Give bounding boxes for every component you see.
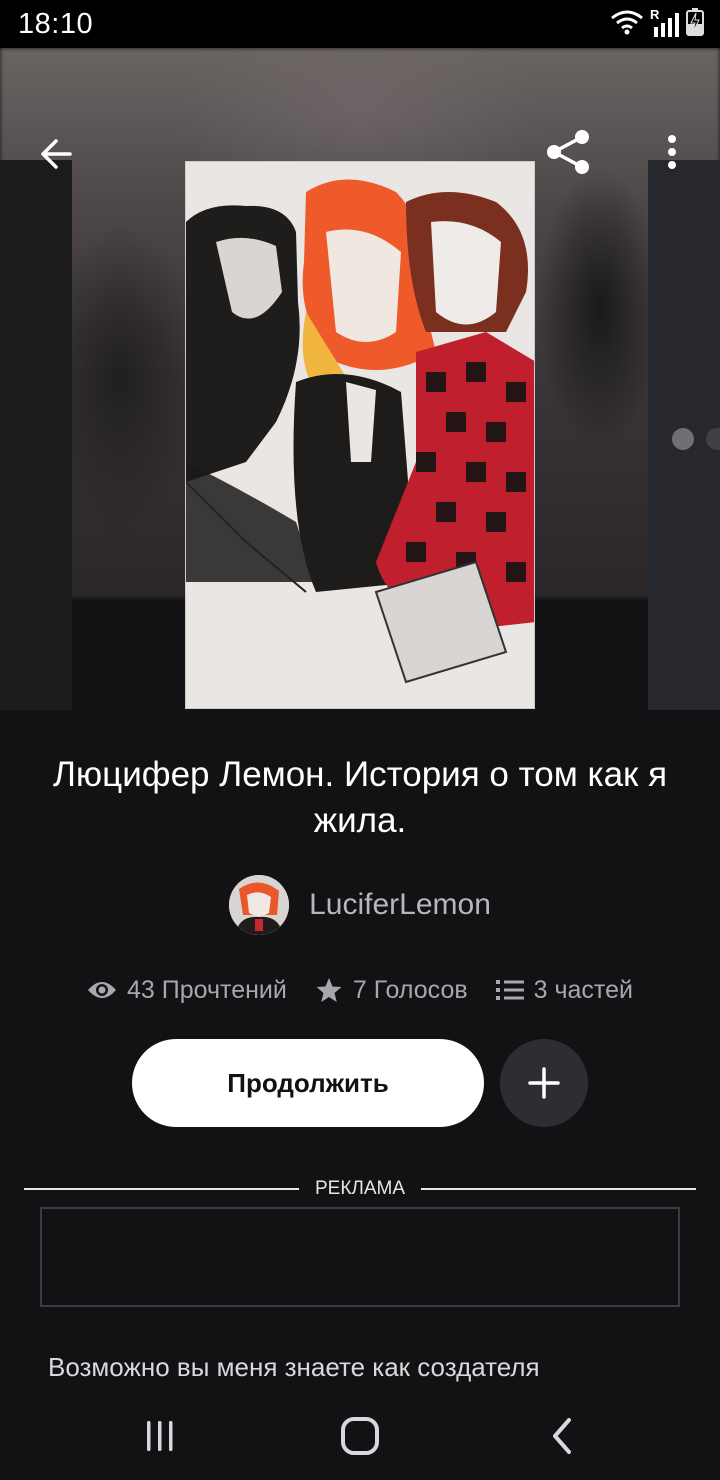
parts-count[interactable]: 3 частей xyxy=(534,976,633,1005)
status-bar: 18:10 R xyxy=(0,0,720,48)
ad-divider-line-left xyxy=(24,1188,299,1190)
share-button[interactable] xyxy=(540,124,596,180)
status-icons: R xyxy=(610,7,704,41)
parts-stat[interactable]: 3 частей xyxy=(495,976,633,1005)
nav-back-button[interactable] xyxy=(540,1414,584,1458)
story-cover-image[interactable] xyxy=(185,161,535,709)
votes-stat: 7 Голосов xyxy=(315,976,468,1005)
author-link[interactable]: LuciferLemon xyxy=(0,874,720,936)
more-vertical-icon xyxy=(668,135,676,169)
continue-reading-button[interactable]: Продолжить xyxy=(132,1039,484,1127)
arrow-left-icon xyxy=(41,139,72,169)
recents-icon xyxy=(147,1421,173,1451)
avatar[interactable] xyxy=(229,875,290,935)
recents-button[interactable] xyxy=(140,1416,180,1456)
ad-divider: РЕКЛАМА xyxy=(24,1176,696,1202)
system-navigation-bar xyxy=(0,1394,720,1480)
ad-label: РЕКЛАМА xyxy=(314,1178,406,1199)
star-icon xyxy=(316,978,342,1002)
battery-charging-icon xyxy=(686,7,704,41)
back-icon xyxy=(553,1418,571,1454)
home-button[interactable] xyxy=(336,1412,384,1460)
ad-divider-line-right xyxy=(421,1188,696,1190)
story-stats: 43 Прочтений 7 Голосов 3 частей xyxy=(0,970,720,1010)
back-button[interactable] xyxy=(30,128,82,180)
story-title: Люцифер Лемон. История о том как я жила. xyxy=(52,755,668,840)
votes-count: 7 Голосов xyxy=(352,975,468,1004)
wifi-icon xyxy=(610,9,644,40)
signal-icon: R xyxy=(650,7,680,37)
story-description: Возможно вы меня знаете как создателя xyxy=(48,1352,540,1382)
status-time: 18:10 xyxy=(18,8,94,40)
plus-icon xyxy=(528,1067,560,1099)
next-cover-thumbnail xyxy=(672,428,694,450)
home-icon xyxy=(341,1417,379,1455)
story-cover-carousel[interactable] xyxy=(0,48,720,710)
more-options-button[interactable] xyxy=(650,126,694,178)
reads-count: 43 Прочтений xyxy=(127,975,287,1004)
previous-cover-card[interactable] xyxy=(0,160,72,710)
ad-slot[interactable] xyxy=(40,1207,680,1307)
author-name[interactable]: LuciferLemon xyxy=(309,888,491,922)
eye-icon xyxy=(88,982,117,998)
share-icon xyxy=(547,130,589,174)
add-to-library-button[interactable] xyxy=(500,1039,588,1127)
list-icon xyxy=(495,980,524,1000)
reads-stat: 43 Прочтений xyxy=(87,976,287,1005)
